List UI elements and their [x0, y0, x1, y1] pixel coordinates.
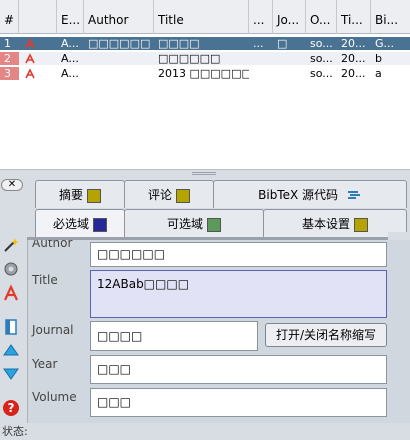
column-header-timestamp[interactable]: Ti...: [337, 0, 371, 34]
cell-timestamp: 20...: [341, 67, 366, 80]
tab-color-swatch: [176, 188, 190, 203]
author-field[interactable]: □□□□□□: [90, 242, 387, 267]
tab-review-label: 评论: [147, 188, 172, 202]
volume-label: Volume: [32, 390, 77, 404]
cell-author: □□□□□□: [88, 37, 151, 50]
toggle-abbreviation-button[interactable]: 打开/关闭名称缩写: [265, 323, 387, 347]
volume-field[interactable]: □□□: [90, 388, 387, 417]
tab-bibtex-source[interactable]: BibTeX 源代码: [213, 180, 407, 208]
cell-entrytype: A...: [61, 37, 79, 50]
tab-color-swatch: [87, 188, 101, 203]
cell-title: 2013 □□□□□□...: [158, 67, 249, 80]
cell-entrytype: A...: [61, 67, 79, 80]
cell-bibtexkey: a: [375, 67, 382, 80]
column-header-owner[interactable]: O...: [306, 0, 337, 34]
tab-abstract[interactable]: 摘要: [35, 180, 125, 208]
cell-entrytype: A...: [61, 52, 79, 65]
entry-table: # E... Author Title ... Jo... O... Ti...…: [0, 0, 410, 170]
arrow-up-icon[interactable]: [2, 342, 20, 360]
table-header: # E... Author Title ... Jo... O... Ti...…: [0, 0, 410, 34]
splitter-grip[interactable]: [192, 172, 216, 175]
status-bar: 状态:: [2, 425, 28, 438]
title-label: Title: [32, 273, 58, 287]
column-header-number[interactable]: #: [0, 0, 19, 34]
title-field[interactable]: 12ABab□□□□: [90, 270, 387, 318]
author-label: Author: [32, 240, 73, 250]
column-header-title[interactable]: Title: [154, 0, 249, 34]
cell-journal: □: [277, 37, 288, 50]
journal-label: Journal: [32, 323, 74, 337]
editor-toolbar: ?: [0, 232, 24, 432]
pdf-icon[interactable]: [24, 53, 36, 64]
document-icon[interactable]: [2, 318, 20, 336]
tab-optional-label: 可选域: [166, 217, 203, 231]
pane-splitter[interactable]: [0, 170, 410, 178]
help-icon[interactable]: ?: [2, 399, 20, 417]
tab-color-swatch: [93, 217, 107, 232]
pdf-icon[interactable]: [24, 38, 36, 49]
svg-text:?: ?: [8, 401, 15, 415]
column-header-entrytype[interactable]: E...: [57, 0, 84, 34]
year-label: Year: [32, 357, 58, 371]
tab-general-label: 基本设置: [301, 217, 350, 231]
cell-bibtexkey: b: [375, 52, 382, 65]
cell-owner: so...: [310, 52, 333, 65]
tab-required-fields[interactable]: 必选域: [35, 209, 125, 237]
arrow-down-icon[interactable]: [2, 364, 20, 382]
cell-title: □□□□□□: [158, 52, 221, 65]
table-row[interactable]: 2 A... □□□□□□ so... 20... b: [0, 52, 410, 65]
pdf-icon[interactable]: [2, 284, 20, 302]
column-header-more[interactable]: ...: [249, 0, 273, 34]
title-field-text: 12ABab□□□□: [97, 277, 190, 291]
row-number: 3: [0, 67, 19, 80]
table-row[interactable]: 3 A... 2013 □□□□□□... so... 20... a: [0, 67, 410, 80]
cell-owner: so...: [310, 67, 333, 80]
tab-abstract-label: 摘要: [58, 188, 83, 202]
required-fields-form: Author □□□□□□ Title 12ABab□□□□ Journal □…: [27, 240, 410, 423]
table-row[interactable]: 1 A... □□□□□□ □□□□ ... □ so... 20... G..…: [0, 37, 410, 50]
close-editor-button[interactable]: ✕: [1, 179, 23, 191]
year-field[interactable]: □□□: [90, 355, 387, 384]
column-header-file[interactable]: [19, 0, 57, 34]
gear-icon[interactable]: [2, 260, 20, 278]
column-header-journal[interactable]: Jo...: [273, 0, 306, 34]
tab-color-swatch: [354, 217, 368, 232]
tab-review[interactable]: 评论: [124, 180, 214, 208]
column-header-author[interactable]: Author: [84, 0, 154, 34]
pdf-icon[interactable]: [24, 68, 36, 79]
row-number: 2: [0, 52, 19, 65]
cell-timestamp: 20...: [341, 37, 366, 50]
cell-owner: so...: [310, 37, 333, 50]
magic-wand-icon[interactable]: [2, 236, 20, 254]
tab-general-settings[interactable]: 基本设置: [263, 209, 407, 237]
tab-required-label: 必选域: [52, 217, 89, 231]
tab-color-swatch: [207, 217, 221, 232]
cell-title: □□□□: [158, 37, 200, 50]
row-number: 1: [0, 37, 19, 50]
source-icon: [347, 191, 360, 199]
journal-field[interactable]: □□□□: [90, 321, 258, 351]
tab-bibtex-label: BibTeX 源代码: [258, 188, 339, 202]
cell-bibtexkey: G...: [375, 37, 395, 50]
cell-author: [84, 52, 154, 65]
cell-more: ...: [253, 37, 264, 50]
cell-timestamp: 20...: [341, 52, 366, 65]
tab-optional-fields[interactable]: 可选域: [124, 209, 264, 237]
column-header-bibtexkey[interactable]: Bi...: [371, 0, 410, 34]
